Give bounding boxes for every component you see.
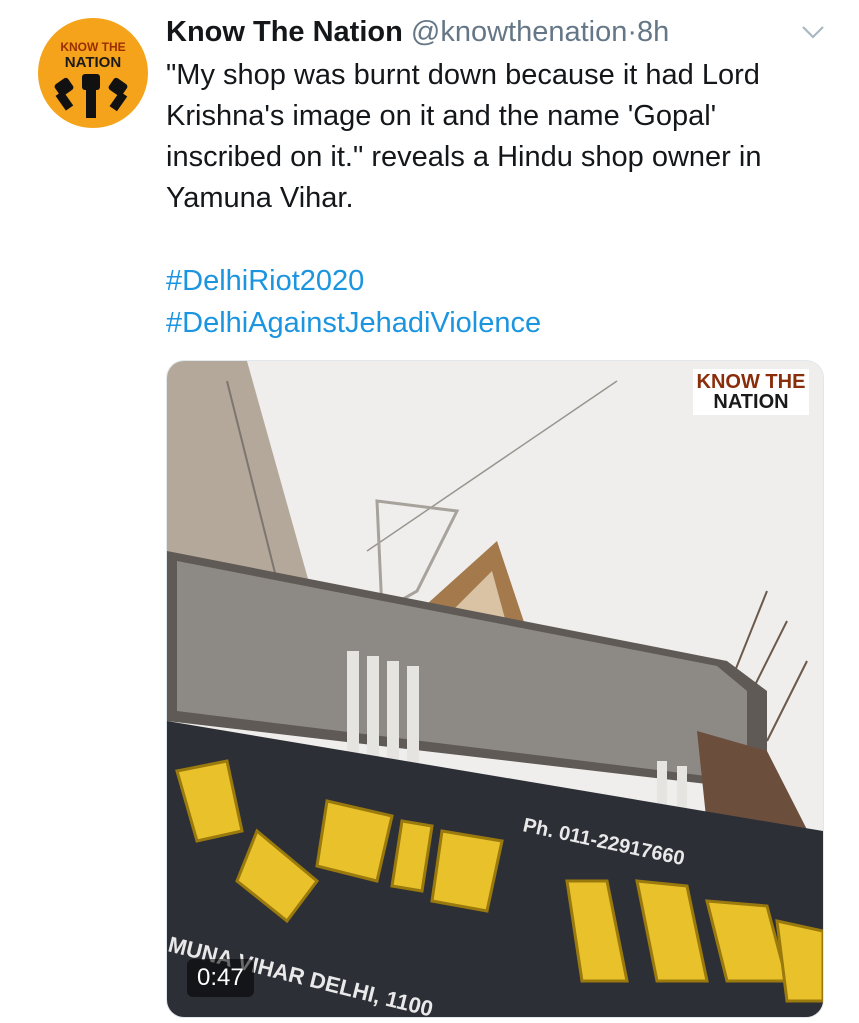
- watermark-line1: KNOW THE: [696, 371, 806, 393]
- chevron-down-icon[interactable]: [800, 22, 826, 42]
- hashtag-delhiriot2020[interactable]: #DelhiRiot2020: [166, 260, 541, 302]
- video-player[interactable]: Ph. 011-22917660 MUNA VIHAR DELHI, 1100 …: [166, 360, 824, 1018]
- separator-dot: ·: [627, 16, 638, 48]
- channel-watermark: KNOW THE NATION: [693, 369, 809, 415]
- hashtag-delhiagainstjehadiviolence[interactable]: #DelhiAgainstJehadiViolence: [166, 302, 541, 344]
- tweet-text: "My shop was burnt down because it had L…: [166, 59, 762, 214]
- video-duration-badge: 0:47: [187, 959, 254, 997]
- video-thumbnail: Ph. 011-22917660 MUNA VIHAR DELHI, 1100: [167, 361, 823, 1017]
- raised-fists-icon: [54, 74, 128, 118]
- tweet-header: Know The Nation @knowthenation·8h: [166, 14, 816, 50]
- author-name[interactable]: Know The Nation: [166, 16, 403, 48]
- author-handle[interactable]: @knowthenation: [411, 16, 627, 48]
- hashtag-list: #DelhiRiot2020 #DelhiAgainstJehadiViolen…: [166, 260, 541, 344]
- author-avatar[interactable]: KNOW THE NATION: [38, 18, 148, 128]
- watermark-line2: NATION: [713, 391, 789, 413]
- tweet-timestamp[interactable]: 8h: [637, 16, 669, 48]
